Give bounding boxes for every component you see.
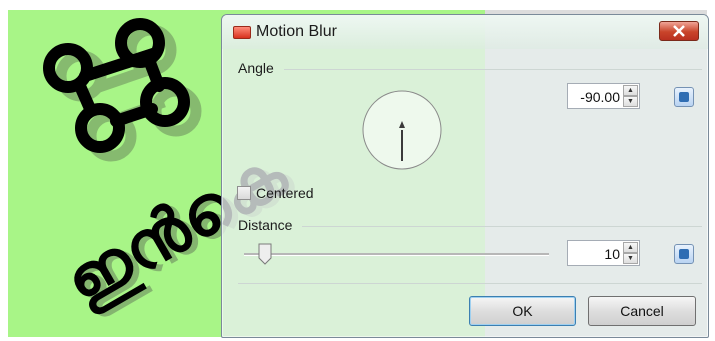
title-bar[interactable]: Motion Blur: [222, 15, 708, 49]
reset-icon: [679, 249, 689, 259]
centered-checkbox[interactable]: [237, 186, 251, 200]
centered-label: Centered: [256, 185, 314, 201]
cancel-button[interactable]: Cancel: [588, 296, 696, 326]
motion-blur-dialog: Motion Blur Angle -90.00 ▲ ▼ Centered Di…: [221, 14, 709, 338]
angle-reset-button[interactable]: [674, 87, 694, 107]
angle-dial[interactable]: [360, 88, 444, 172]
distance-spinbox[interactable]: 10 ▲ ▼: [567, 240, 640, 266]
angle-increment-button[interactable]: ▲: [623, 85, 638, 96]
distance-slider-track[interactable]: [244, 253, 549, 256]
x-glyph-icon: [673, 25, 685, 37]
angle-value: -90.00: [580, 89, 620, 105]
distance-divider: [302, 226, 702, 227]
distance-increment-button[interactable]: ▲: [623, 242, 638, 253]
distance-label: Distance: [238, 217, 293, 233]
dialog-title: Motion Blur: [256, 23, 337, 40]
angle-label: Angle: [238, 60, 274, 76]
angle-spin-buttons: ▲ ▼: [623, 85, 638, 107]
distance-slider-thumb[interactable]: [258, 243, 272, 265]
reset-icon: [679, 92, 689, 102]
distance-decrement-button[interactable]: ▼: [623, 253, 638, 264]
button-divider: [238, 283, 702, 284]
close-icon[interactable]: [659, 21, 699, 41]
distance-reset-button[interactable]: [674, 244, 694, 264]
distance-spin-buttons: ▲ ▼: [623, 242, 638, 264]
angle-divider: [284, 69, 702, 70]
ok-button[interactable]: OK: [469, 296, 576, 326]
app-icon: [233, 26, 251, 39]
angle-decrement-button[interactable]: ▼: [623, 96, 638, 107]
angle-spinbox[interactable]: -90.00 ▲ ▼: [567, 83, 640, 109]
distance-value: 10: [604, 246, 620, 262]
